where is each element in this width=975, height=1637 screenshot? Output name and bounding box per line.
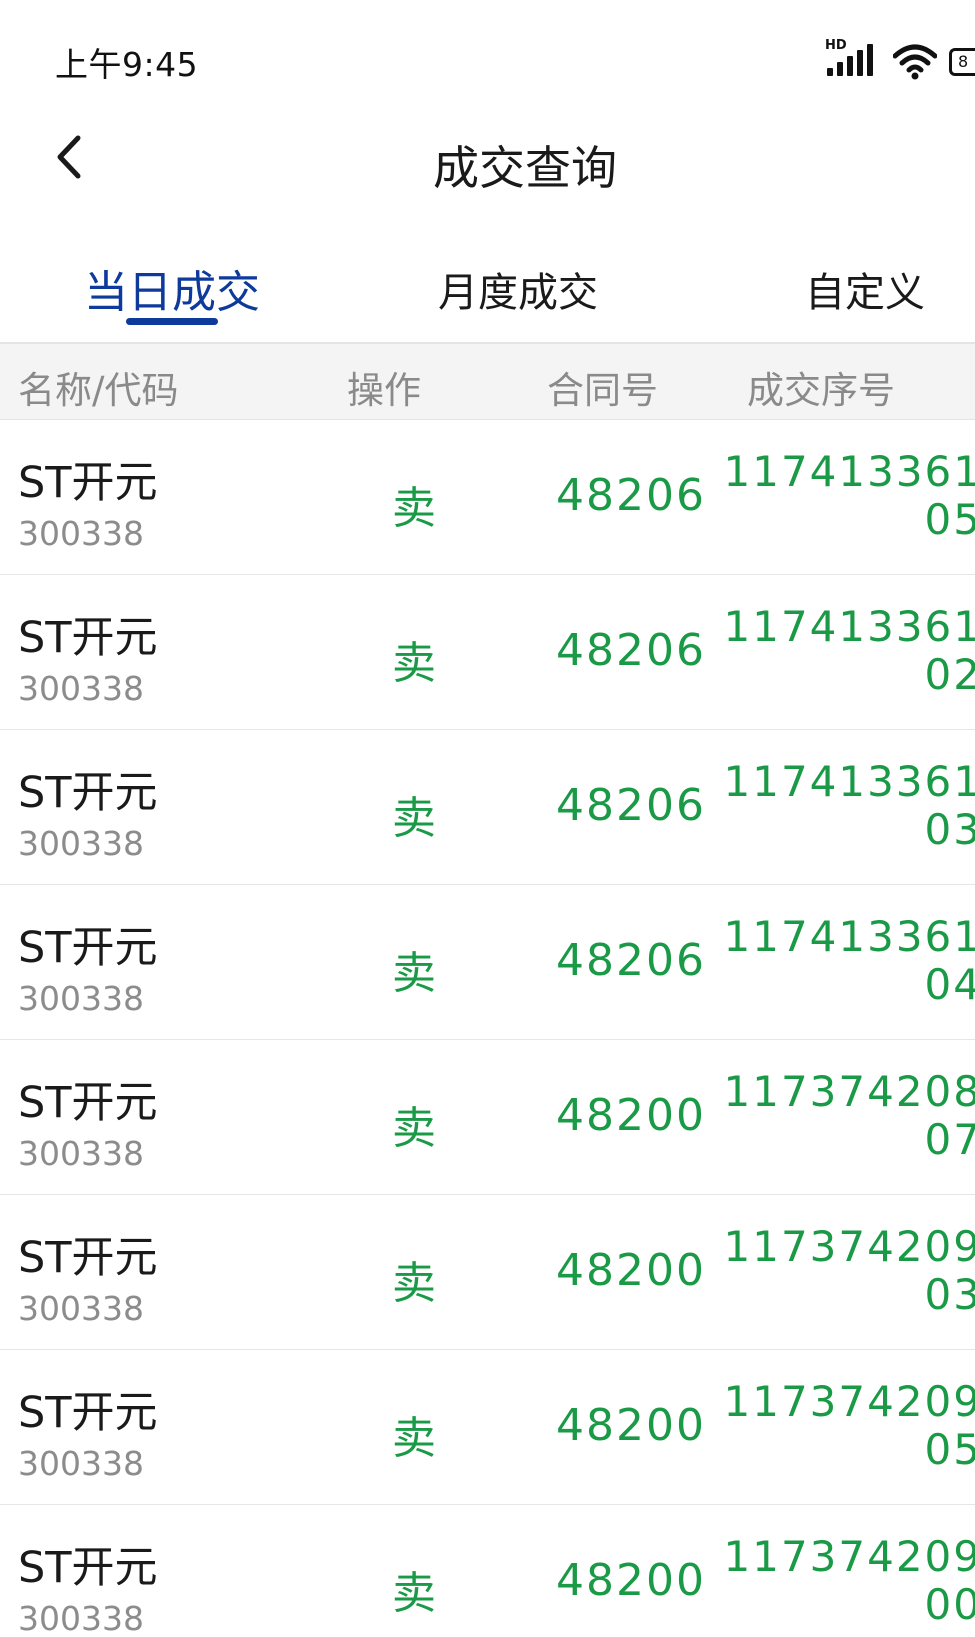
trade-sequence: 117413361 05 [723, 447, 975, 544]
contract-number: 48206 [556, 625, 706, 676]
operation: 卖 [392, 793, 436, 844]
table-header: 名称/代码 操作 合同号 成交序号 [0, 342, 975, 420]
page-title: 成交查询 [433, 141, 617, 195]
table-row[interactable]: ST开元 300338 卖 48200 117374209 05 [0, 1350, 975, 1505]
operation: 卖 [392, 1258, 436, 1309]
contract-number: 48206 [556, 470, 706, 521]
stock-code: 300338 [18, 1134, 144, 1173]
battery-level: 8 [958, 52, 969, 71]
tab-custom[interactable]: 自定义 [805, 260, 925, 318]
cellular-signal-icon: HD [825, 38, 881, 80]
active-tab-indicator [126, 318, 218, 325]
trade-sequence: 117413361 04 [723, 912, 975, 1009]
trade-sequence: 117413361 03 [723, 757, 975, 854]
column-header-contract: 合同号 [547, 369, 658, 412]
tab-today[interactable]: 当日成交 [84, 256, 260, 320]
stock-code: 300338 [18, 669, 144, 708]
contract-number: 48200 [556, 1400, 706, 1451]
status-bar: 上午9:45 HD 8 [0, 0, 975, 110]
network-label: HD [825, 38, 847, 53]
trade-sequence: 117374209 00 [723, 1532, 975, 1629]
operation: 卖 [392, 948, 436, 999]
trade-list: ST开元 300338 卖 48206 117413361 05 ST开元 30… [0, 420, 975, 1637]
table-row[interactable]: ST开元 300338 卖 48200 117374209 00 [0, 1505, 975, 1637]
trade-query-screen: 上午9:45 HD 8 成交查询 当日成交 月度成交 自定义 名称/代码 操作 … [0, 0, 975, 1637]
contract-number: 48200 [556, 1245, 706, 1296]
contract-number: 48206 [556, 935, 706, 986]
column-header-sequence: 成交序号 [747, 369, 895, 412]
stock-name: ST开元 [18, 458, 158, 508]
contract-number: 48200 [556, 1555, 706, 1606]
stock-name: ST开元 [18, 1078, 158, 1128]
stock-name: ST开元 [18, 768, 158, 818]
operation: 卖 [392, 1413, 436, 1464]
table-row[interactable]: ST开元 300338 卖 48206 117413361 02 [0, 575, 975, 730]
trade-sequence: 117374209 03 [723, 1222, 975, 1319]
trade-sequence: 117374209 05 [723, 1377, 975, 1474]
status-time: 上午9:45 [55, 45, 199, 84]
stock-name: ST开元 [18, 613, 158, 663]
operation: 卖 [392, 1568, 436, 1619]
status-icons: HD 8 [825, 38, 975, 80]
wifi-icon [893, 44, 937, 80]
column-header-name: 名称/代码 [18, 369, 179, 412]
table-row[interactable]: ST开元 300338 卖 48206 117413361 05 [0, 420, 975, 575]
tab-monthly[interactable]: 月度成交 [438, 260, 598, 318]
stock-code: 300338 [18, 514, 144, 553]
table-row[interactable]: ST开元 300338 卖 48200 117374209 03 [0, 1195, 975, 1350]
stock-name: ST开元 [18, 1388, 158, 1438]
stock-code: 300338 [18, 979, 144, 1018]
stock-code: 300338 [18, 1444, 144, 1483]
table-row[interactable]: ST开元 300338 卖 48206 117413361 03 [0, 730, 975, 885]
stock-code: 300338 [18, 824, 144, 863]
stock-name: ST开元 [18, 1233, 158, 1283]
contract-number: 48200 [556, 1090, 706, 1141]
column-header-operation: 操作 [347, 369, 421, 412]
stock-name: ST开元 [18, 923, 158, 973]
table-row[interactable]: ST开元 300338 卖 48206 117413361 04 [0, 885, 975, 1040]
operation: 卖 [392, 483, 436, 534]
trade-sequence: 117413361 02 [723, 602, 975, 699]
stock-code: 300338 [18, 1289, 144, 1328]
operation: 卖 [392, 638, 436, 689]
tab-bar: 当日成交 月度成交 自定义 [0, 240, 975, 340]
battery-icon: 8 [949, 48, 975, 76]
stock-name: ST开元 [18, 1543, 158, 1593]
stock-code: 300338 [18, 1599, 144, 1637]
contract-number: 48206 [556, 780, 706, 831]
table-row[interactable]: ST开元 300338 卖 48200 117374208 07 [0, 1040, 975, 1195]
trade-sequence: 117374208 07 [723, 1067, 975, 1164]
top-nav-bar: 成交查询 [0, 110, 975, 210]
operation: 卖 [392, 1103, 436, 1154]
